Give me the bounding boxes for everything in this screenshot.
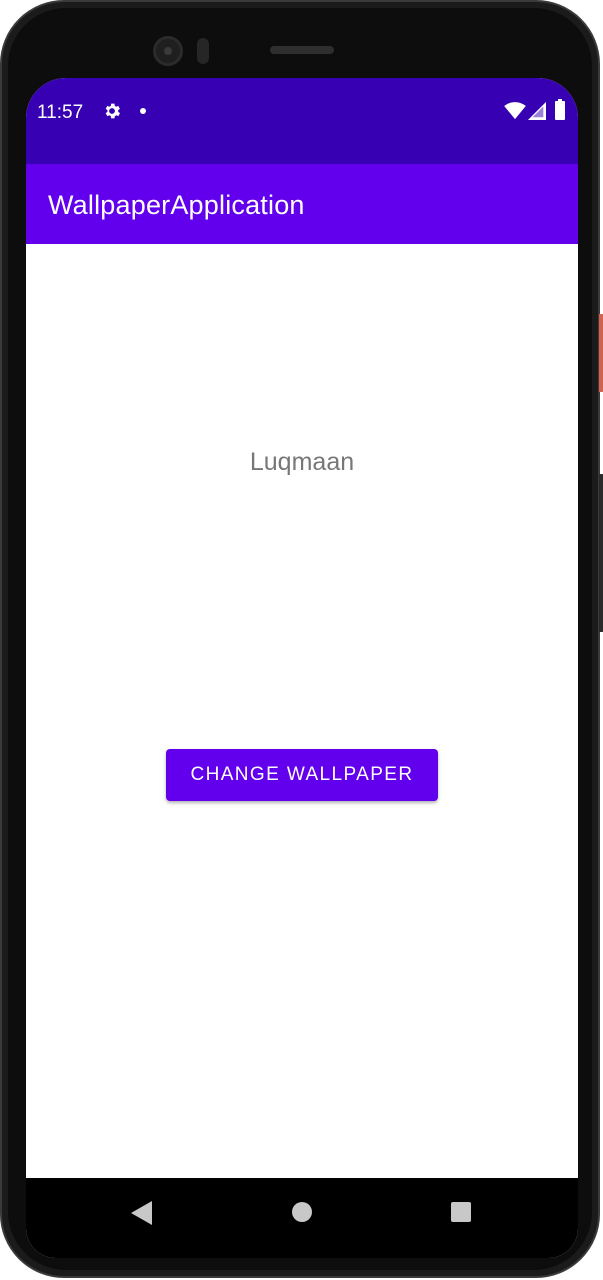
power-button[interactable] [599, 314, 603, 392]
notification-dot-icon [140, 108, 146, 114]
wifi-icon [504, 102, 526, 120]
gear-icon [105, 103, 120, 119]
home-icon[interactable] [292, 1202, 312, 1222]
battery-icon [555, 99, 565, 120]
app-title: WallpaperApplication [48, 190, 305, 220]
status-time: 11:57 [37, 102, 84, 123]
signal-icon [528, 102, 546, 120]
phone-frame: 11:57 WallpaperApplication Luqmaan CHANG… [0, 0, 603, 1278]
volume-button[interactable] [599, 474, 603, 632]
recents-icon[interactable] [451, 1202, 471, 1222]
proximity-sensor [197, 38, 209, 64]
front-camera-icon [153, 36, 183, 66]
earpiece-speaker [270, 46, 334, 54]
change-wallpaper-button[interactable]: CHANGE WALLPAPER [166, 749, 438, 801]
device-screen: 11:57 WallpaperApplication Luqmaan CHANG… [26, 78, 578, 1258]
status-bar: 11:57 [26, 78, 578, 164]
name-text: Luqmaan [249, 448, 355, 476]
navigation-bar [26, 1178, 578, 1258]
main-content: Luqmaan CHANGE WALLPAPER [26, 244, 578, 1178]
back-icon[interactable] [130, 1200, 154, 1226]
app-bar: WallpaperApplication [26, 164, 578, 244]
